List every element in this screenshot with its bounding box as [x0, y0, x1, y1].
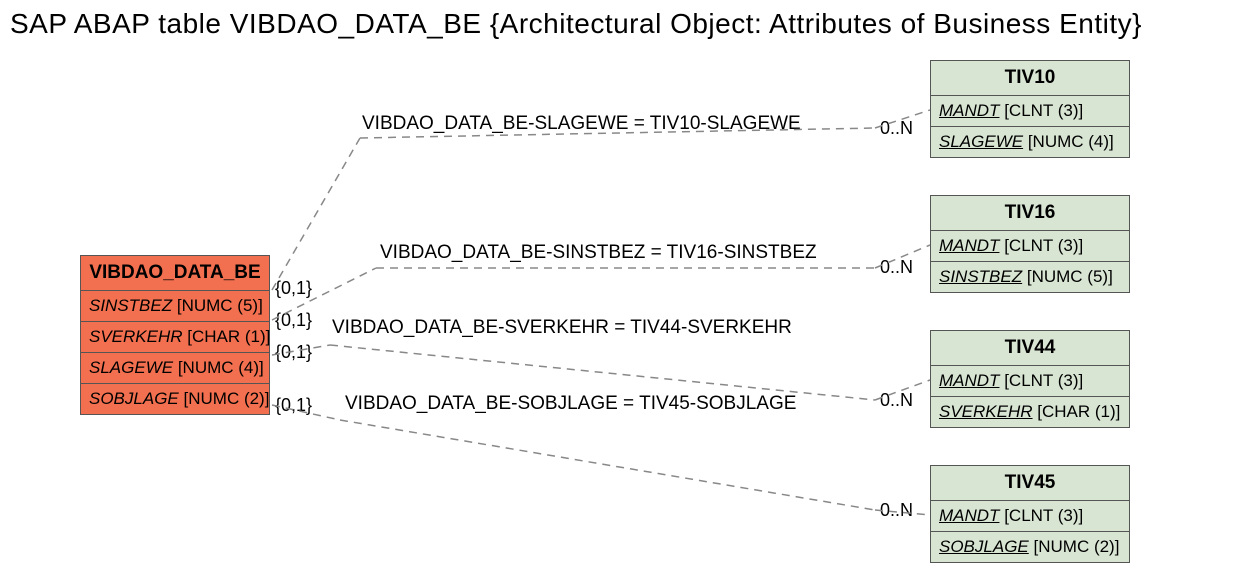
- entity-primary-field: SOBJLAGE [NUMC (2)]: [81, 384, 269, 414]
- src-card-2: {0,1}: [275, 342, 312, 363]
- entity-field: SLAGEWE [NUMC (4)]: [931, 127, 1129, 157]
- page-title: SAP ABAP table VIBDAO_DATA_BE {Architect…: [10, 8, 1142, 40]
- entity-tiv16: TIV16 MANDT [CLNT (3)] SINSTBEZ [NUMC (5…: [930, 195, 1130, 293]
- tgt-card-2: 0..N: [880, 390, 913, 411]
- src-card-1: {0,1}: [275, 310, 312, 331]
- entity-field: MANDT [CLNT (3)]: [931, 366, 1129, 397]
- entity-field: SOBJLAGE [NUMC (2)]: [931, 532, 1129, 562]
- src-card-0: {0,1}: [275, 278, 312, 299]
- tgt-card-3: 0..N: [880, 500, 913, 521]
- entity-header: TIV45: [931, 466, 1129, 501]
- tgt-card-0: 0..N: [880, 118, 913, 139]
- entity-primary-field: SLAGEWE [NUMC (4)]: [81, 353, 269, 384]
- entity-field: SVERKEHR [CHAR (1)]: [931, 397, 1129, 427]
- relation-label-2: VIBDAO_DATA_BE-SVERKEHR = TIV44-SVERKEHR: [332, 317, 792, 339]
- relation-label-3: VIBDAO_DATA_BE-SOBJLAGE = TIV45-SOBJLAGE: [345, 393, 796, 415]
- entity-primary-field: SINSTBEZ [NUMC (5)]: [81, 291, 269, 322]
- entity-primary-header: VIBDAO_DATA_BE: [81, 256, 269, 291]
- entity-tiv10: TIV10 MANDT [CLNT (3)] SLAGEWE [NUMC (4)…: [930, 60, 1130, 158]
- src-card-3: {0,1}: [275, 395, 312, 416]
- entity-primary: VIBDAO_DATA_BE SINSTBEZ [NUMC (5)] SVERK…: [80, 255, 270, 415]
- entity-header: TIV44: [931, 331, 1129, 366]
- entity-field: SINSTBEZ [NUMC (5)]: [931, 262, 1129, 292]
- relation-label-0: VIBDAO_DATA_BE-SLAGEWE = TIV10-SLAGEWE: [362, 113, 801, 135]
- entity-tiv45: TIV45 MANDT [CLNT (3)] SOBJLAGE [NUMC (2…: [930, 465, 1130, 563]
- entity-tiv44: TIV44 MANDT [CLNT (3)] SVERKEHR [CHAR (1…: [930, 330, 1130, 428]
- tgt-card-1: 0..N: [880, 257, 913, 278]
- entity-field: MANDT [CLNT (3)]: [931, 96, 1129, 127]
- entity-header: TIV16: [931, 196, 1129, 231]
- entity-primary-field: SVERKEHR [CHAR (1)]: [81, 322, 269, 353]
- relation-label-1: VIBDAO_DATA_BE-SINSTBEZ = TIV16-SINSTBEZ: [380, 242, 817, 264]
- entity-field: MANDT [CLNT (3)]: [931, 231, 1129, 262]
- entity-header: TIV10: [931, 61, 1129, 96]
- entity-field: MANDT [CLNT (3)]: [931, 501, 1129, 532]
